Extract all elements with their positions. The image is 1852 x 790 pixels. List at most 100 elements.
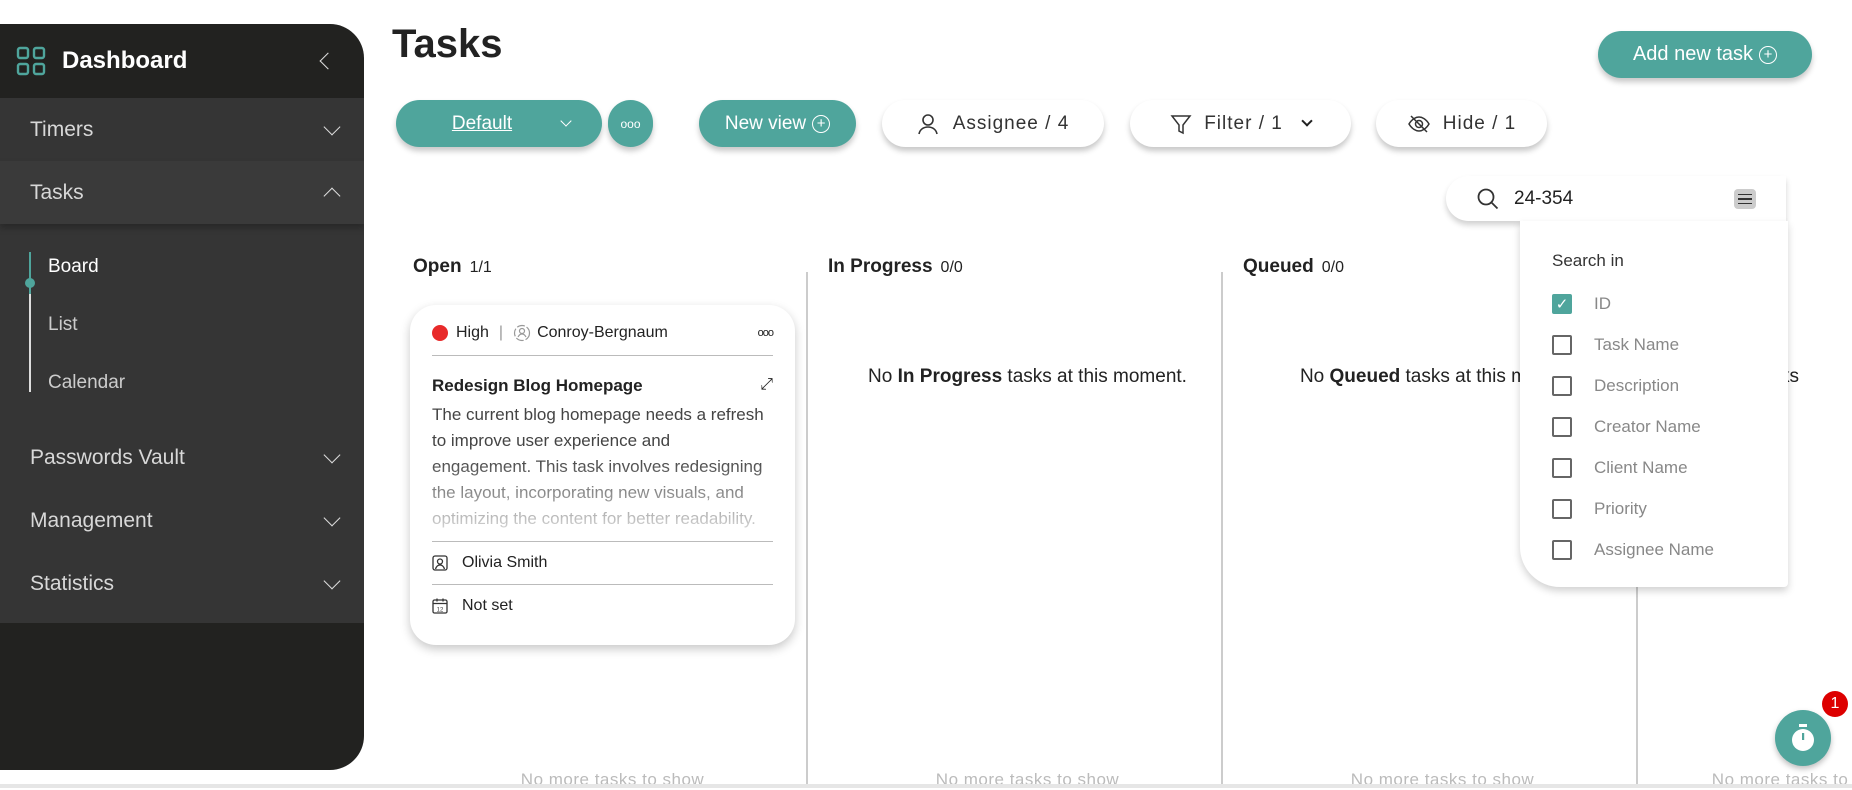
collapse-sidebar-button[interactable] xyxy=(319,52,337,70)
search-in-option[interactable]: Task Name xyxy=(1552,324,1788,365)
new-view-button[interactable]: New view + xyxy=(699,100,856,147)
search-in-option[interactable]: ✓ ID xyxy=(1552,283,1788,324)
chevron-down-icon xyxy=(323,572,341,589)
user-icon xyxy=(917,113,938,134)
search-in-option[interactable]: Client Name xyxy=(1552,447,1788,488)
search-icon xyxy=(1477,188,1499,209)
option-label: Description xyxy=(1594,375,1680,395)
assignee-name: Olivia Smith xyxy=(462,554,548,571)
sidebar-item-label: Statistics xyxy=(30,571,115,595)
search-bar: 24-354 xyxy=(1446,176,1786,221)
chevron-down-icon xyxy=(323,446,341,463)
column-header: Queued 0/0 xyxy=(1243,256,1344,278)
add-task-label: Add new task xyxy=(1632,43,1754,65)
priority-label: High xyxy=(456,324,489,341)
assignee-label: Assignee / 4 xyxy=(952,112,1070,134)
timer-badge: 1 xyxy=(1822,691,1848,717)
due-date: Not set xyxy=(462,597,513,614)
column-header: Open 1/1 xyxy=(413,256,492,278)
column-name: Open xyxy=(413,256,462,277)
checkbox[interactable] xyxy=(1552,457,1572,478)
sidebar-item-label: Management xyxy=(30,508,153,532)
column-name: In Progress xyxy=(828,256,933,277)
checkbox[interactable] xyxy=(1552,416,1572,437)
filter-icon xyxy=(1170,114,1192,134)
sidebar-item-board[interactable]: Board xyxy=(48,238,364,296)
card-more-icon[interactable]: ooo xyxy=(758,327,774,339)
expand-icon[interactable]: ⤢ xyxy=(760,376,773,396)
option-label: Creator Name xyxy=(1594,416,1701,436)
sidebar-item-statistics[interactable]: Statistics xyxy=(0,552,364,615)
plus-circle-icon: + xyxy=(1759,45,1778,64)
checkbox[interactable] xyxy=(1552,375,1572,396)
column-name: Queued xyxy=(1243,256,1314,277)
search-options-menu-icon[interactable] xyxy=(1734,189,1756,209)
checkbox[interactable] xyxy=(1552,334,1572,355)
sidebar-item-list[interactable]: List xyxy=(48,296,364,354)
board-column: In Progress 0/0 No In Progress tasks at th… xyxy=(820,256,1235,789)
view-more-button[interactable]: ooo xyxy=(608,100,653,147)
new-view-label: New view xyxy=(724,112,807,134)
task-card[interactable]: High | Conroy-Bergnaum ooo Redesign Blog… xyxy=(410,305,795,645)
search-in-option[interactable]: Assignee Name xyxy=(1552,529,1788,570)
view-select[interactable]: Default xyxy=(396,100,602,147)
sidebar-item-label: Passwords Vault xyxy=(30,445,185,469)
client-icon xyxy=(513,324,531,342)
task-description: The current blog homepage needs a refres… xyxy=(432,405,764,528)
calendar-icon: 12 xyxy=(432,598,448,614)
svg-text:12: 12 xyxy=(437,608,444,614)
tasks-submenu: Board List Calendar xyxy=(0,224,364,426)
column-count: 0/0 xyxy=(940,259,963,276)
sidebar-item-timers[interactable]: Timers xyxy=(0,98,364,161)
divider: | xyxy=(498,324,504,341)
chevron-down-icon xyxy=(1301,115,1313,127)
search-in-option[interactable]: Priority xyxy=(1552,488,1788,529)
plus-circle-icon: + xyxy=(812,114,831,133)
eye-off-icon xyxy=(1407,114,1430,133)
view-select-value: Default xyxy=(451,112,513,134)
task-title[interactable]: Redesign Blog Homepage xyxy=(432,376,643,396)
hide-button[interactable]: Hide / 1 xyxy=(1376,100,1547,147)
checkbox[interactable] xyxy=(1552,539,1572,560)
sidebar-item-passwords-vault[interactable]: Passwords Vault xyxy=(0,426,364,489)
more-dots-icon: ooo xyxy=(620,116,641,131)
search-in-title: Search in xyxy=(1552,251,1624,270)
sidebar-header: Dashboard xyxy=(0,24,364,98)
chevron-down-icon xyxy=(560,115,572,127)
search-in-option[interactable]: Description xyxy=(1552,365,1788,406)
search-in-option[interactable]: Creator Name xyxy=(1552,406,1788,447)
filter-label: Filter / 1 xyxy=(1204,112,1283,134)
chevron-down-icon xyxy=(323,509,341,526)
client-name: Conroy-Bergnaum xyxy=(537,324,668,341)
active-indicator xyxy=(25,278,35,288)
stopwatch-icon xyxy=(1792,724,1814,751)
sidebar-item-label: Timers xyxy=(30,117,94,141)
column-count: 1/1 xyxy=(469,259,492,276)
hide-label: Hide / 1 xyxy=(1442,112,1517,134)
checkbox[interactable] xyxy=(1552,498,1572,519)
timer-fab-button[interactable] xyxy=(1775,710,1831,766)
option-label: Priority xyxy=(1594,498,1647,518)
chevron-down-icon xyxy=(323,118,341,135)
filter-button[interactable]: Filter / 1 xyxy=(1130,100,1351,147)
bottom-border xyxy=(0,784,1852,788)
empty-message: No In Progress tasks at this moment. xyxy=(868,366,1187,387)
priority-dot xyxy=(432,325,448,341)
assignee-filter-button[interactable]: Assignee / 4 xyxy=(882,100,1104,147)
sidebar-title: Dashboard xyxy=(62,47,188,74)
sidebar-item-calendar[interactable]: Calendar xyxy=(48,354,364,412)
option-label: Assignee Name xyxy=(1594,539,1715,559)
add-new-task-button[interactable]: Add new task + xyxy=(1598,31,1812,78)
sidebar-item-tasks[interactable]: Tasks xyxy=(0,161,364,224)
chevron-up-icon xyxy=(323,187,341,204)
sidebar-item-management[interactable]: Management xyxy=(0,489,364,552)
sidebar-item-label: Tasks xyxy=(30,180,84,204)
sidebar: Dashboard Timers Tasks Board List Calend… xyxy=(0,24,364,770)
page-title: Tasks xyxy=(392,22,503,66)
dashboard-grid-icon xyxy=(16,46,46,76)
search-in-dropdown: Search in ✓ ID Task Name Description Creator… xyxy=(1520,221,1788,587)
checkbox[interactable]: ✓ xyxy=(1552,293,1572,314)
column-header: In Progress 0/0 xyxy=(828,256,963,278)
assignee-icon xyxy=(432,555,448,571)
option-label: Client Name xyxy=(1594,457,1688,477)
